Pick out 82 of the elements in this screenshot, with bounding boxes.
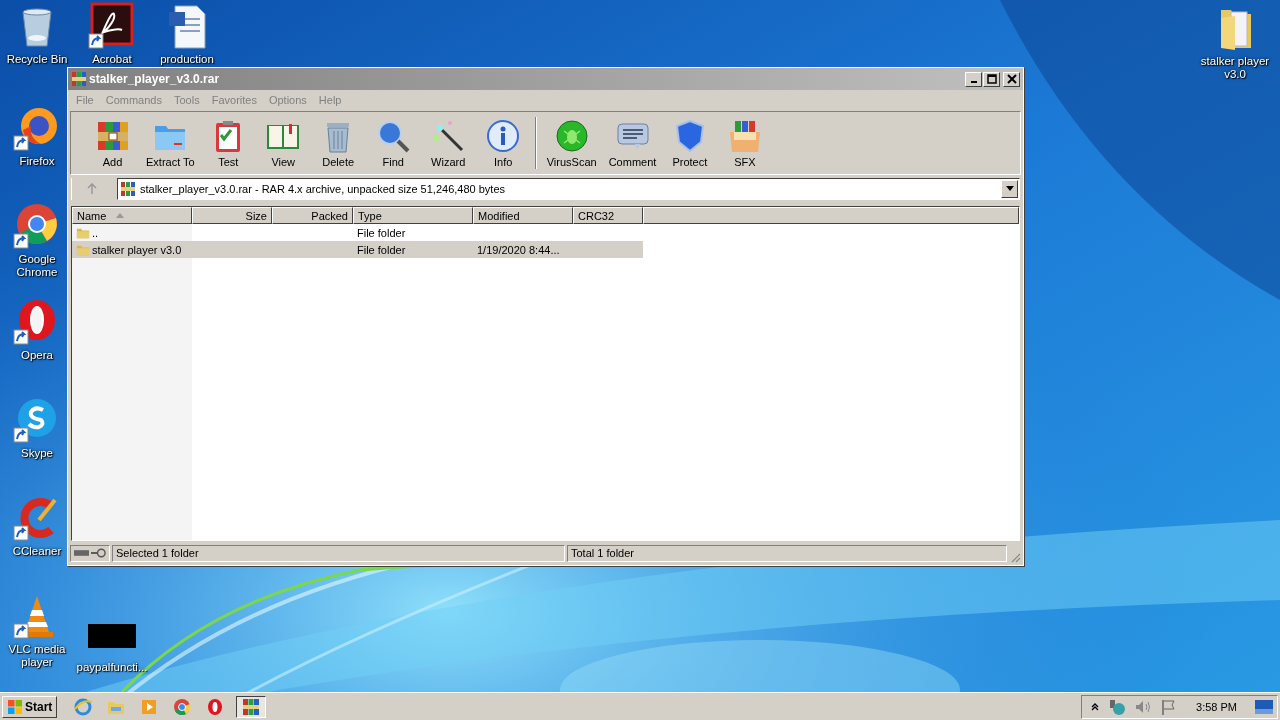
archive-icon — [71, 71, 87, 87]
file-row[interactable]: stalker player v3.0 File folder 1/19/2020 8:44... — [72, 241, 643, 258]
browser-icon — [73, 696, 94, 717]
column-header[interactable]: Packed — [272, 207, 353, 224]
bug-icon — [553, 118, 590, 154]
maximize-button[interactable] — [983, 71, 1000, 87]
column-header[interactable]: Name — [72, 207, 192, 224]
test-button[interactable]: Test — [200, 118, 256, 168]
table-cell: File folder — [357, 226, 406, 239]
info-icon — [485, 118, 522, 154]
icon-label: Opera — [21, 349, 53, 362]
show-desktop-icon[interactable] — [1255, 699, 1273, 714]
button-label: VirusScan — [546, 156, 597, 168]
virus-button[interactable]: VirusScan — [540, 118, 603, 168]
icon-label: stalker player v3.0 — [1199, 55, 1271, 81]
info-button[interactable]: Info — [475, 118, 531, 168]
sort-arrow-icon — [116, 213, 125, 218]
column-header[interactable]: Size — [192, 207, 272, 224]
search-icon — [375, 118, 412, 154]
button-label: Wizard — [431, 156, 466, 168]
icon-label: Recycle Bin — [6, 53, 68, 66]
table-cell: .. — [92, 226, 99, 239]
wizard-button[interactable]: Wizard — [420, 118, 476, 168]
button-label: SFX — [734, 156, 756, 168]
icon-label: VLC media player — [7, 643, 67, 669]
browser-icon — [172, 696, 193, 717]
extract-button[interactable]: Extract To — [140, 118, 201, 168]
show-hidden-icons-icon[interactable] — [1090, 701, 1101, 712]
caret-icon — [1005, 186, 1014, 192]
key-icon — [91, 548, 106, 558]
icon-label: Acrobat — [92, 53, 132, 66]
button-label: Find — [382, 156, 404, 168]
archive-icon — [120, 181, 136, 197]
minimize-icon — [970, 81, 977, 83]
comment-button[interactable]: Comment — [602, 118, 663, 168]
button-label: View — [271, 156, 296, 168]
icon-label: CCleaner — [12, 545, 62, 558]
table-cell: 1/19/2020 8:44... — [477, 243, 560, 256]
button-label: Delete — [322, 156, 355, 168]
resize-grip-icon[interactable] — [1009, 551, 1021, 563]
column-header[interactable]: Type — [353, 207, 473, 224]
address-text: stalker_player_v3.0.rar - RAR 4.x archive, unpacked size 51,246,480 bytes — [140, 183, 507, 195]
button-label: Add — [102, 156, 123, 168]
app-icon[interactable] — [88, 2, 136, 50]
address-field[interactable]: stalker_player_v3.0.rar - RAR 4.x archive, unpacked size 51,246,480 bytes — [117, 178, 1020, 200]
column-header[interactable]: CRC32 — [573, 207, 643, 224]
button-label: Test — [218, 156, 239, 168]
clock[interactable]: 3:58 PM — [1196, 700, 1237, 713]
add-button[interactable]: Add — [85, 118, 140, 168]
table-cell: File folder — [357, 243, 406, 256]
view-button[interactable]: View — [255, 118, 311, 168]
icon-label: paypalfuncti... — [76, 661, 148, 674]
icon-label: Google Chrome — [15, 253, 59, 279]
status-text: Selected 1 folder — [116, 547, 199, 559]
file-row[interactable]: .. File folder — [72, 224, 643, 241]
maximize-icon — [986, 74, 997, 84]
button-label: Protect — [672, 156, 708, 168]
button-label: Info — [494, 156, 513, 168]
button-label: Comment — [608, 156, 657, 168]
up-arrow-icon — [85, 183, 98, 195]
start-button[interactable]: Start — [2, 695, 58, 718]
icon-label: production — [160, 53, 214, 66]
window-title: stalker_player_v3.0.rar — [89, 72, 221, 86]
network-icon[interactable] — [1108, 697, 1127, 716]
minimize-button[interactable] — [965, 71, 982, 87]
find-button[interactable]: Find — [365, 118, 421, 168]
button-label: Extract To — [146, 156, 195, 168]
close-icon — [1006, 74, 1017, 84]
table-cell: stalker player v3.0 — [92, 243, 182, 256]
sfx-button[interactable]: SFX — [717, 118, 773, 168]
protect-button[interactable]: Protect — [662, 118, 718, 168]
dropdown-button[interactable] — [1001, 180, 1018, 198]
column-header[interactable]: Modified — [473, 207, 573, 224]
drive-icon — [74, 549, 89, 557]
winrar-taskbar-icon[interactable] — [236, 695, 267, 718]
archive-icon — [241, 696, 262, 717]
icon-label: Firefox — [19, 155, 55, 168]
windows-logo-icon — [7, 698, 23, 715]
close-button[interactable] — [1003, 71, 1020, 87]
status-text: Total 1 folder — [571, 547, 634, 559]
delete-button[interactable]: Delete — [310, 118, 366, 168]
icon-label: Skype — [21, 447, 53, 460]
